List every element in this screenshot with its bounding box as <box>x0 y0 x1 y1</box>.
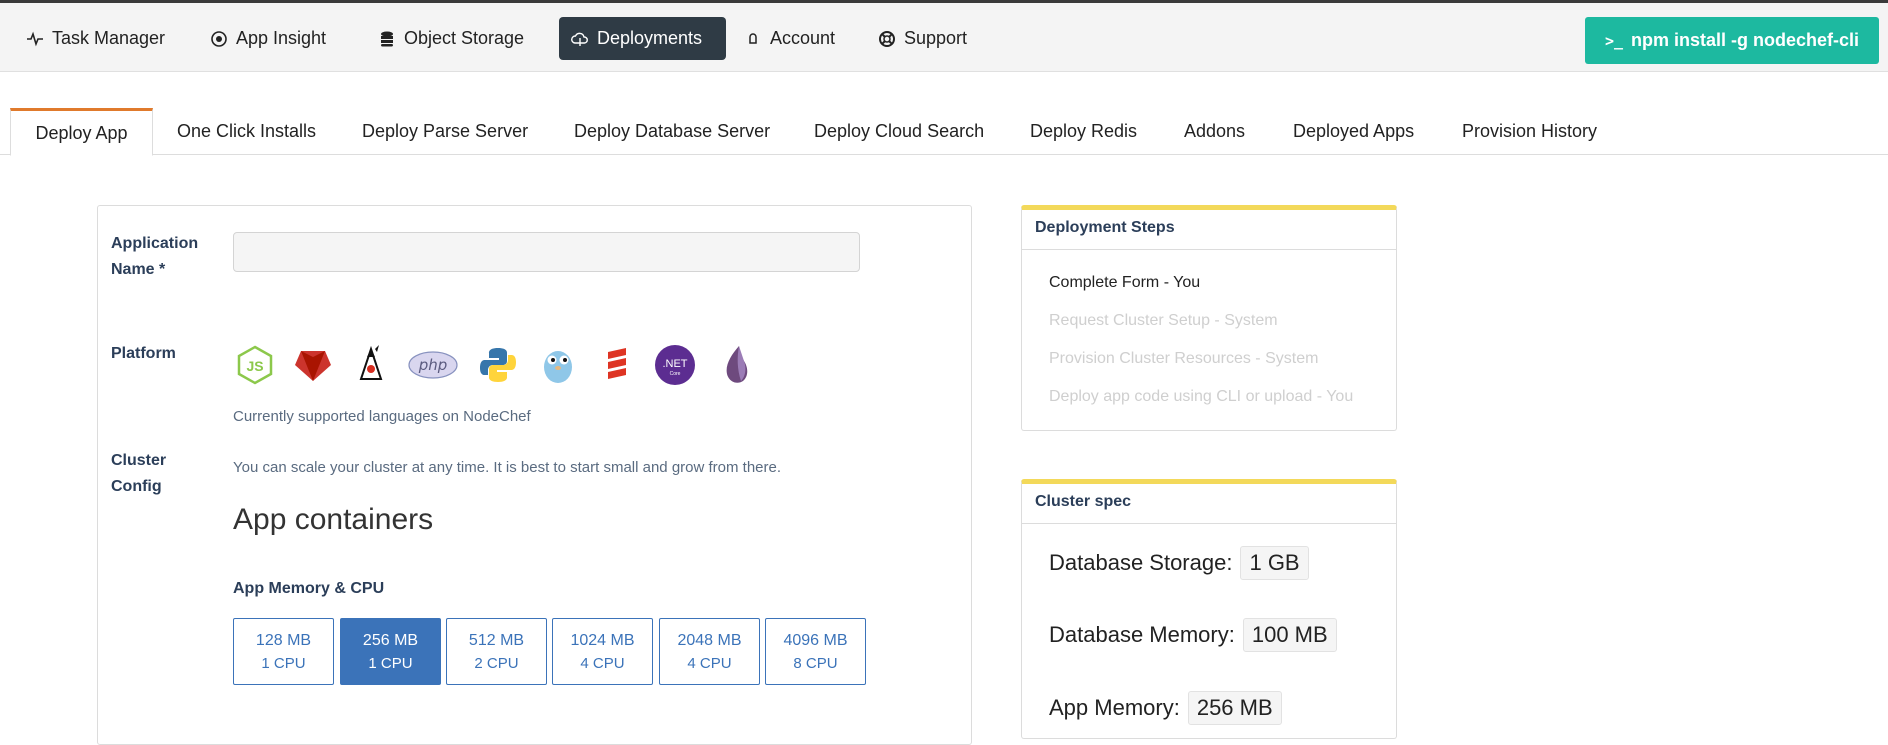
step-item: Complete Form - You <box>1049 274 1201 291</box>
app-name-label: Application Name * <box>111 231 198 283</box>
user-icon <box>749 32 757 44</box>
spec-row-app-memory: App Memory: 256 MB <box>1049 691 1282 725</box>
tab-addons[interactable]: Addons <box>1184 108 1245 155</box>
spec-value: 100 MB <box>1242 618 1337 652</box>
memory-value: 256 MB <box>362 632 419 649</box>
nav-app-insight[interactable]: App Insight <box>198 17 338 60</box>
terminal-icon: >_ <box>1604 31 1624 50</box>
ruby-icon[interactable] <box>291 343 335 387</box>
cpu-value: 1 CPU <box>261 655 306 672</box>
svg-text:JS: JS <box>246 358 263 374</box>
application-name-input[interactable] <box>233 232 860 272</box>
memory-value: 2048 MB <box>677 632 742 649</box>
nav-object-storage[interactable]: Object Storage <box>366 17 536 60</box>
step-item: Deploy app code using CLI or upload - Yo… <box>1049 388 1354 405</box>
nav-label: Task Manager <box>52 28 166 48</box>
deploy-tabs: Deploy App One Click Installs Deploy Par… <box>0 108 1888 156</box>
cluster-spec-title: Cluster spec <box>1022 484 1396 524</box>
step-item: Provision Cluster Resources - System <box>1049 350 1319 367</box>
nav-label: Support <box>904 28 968 48</box>
npm-install-cli-button[interactable]: >_ npm install -g nodechef-cli <box>1585 17 1879 64</box>
app-name-label-line1: Application <box>111 235 199 252</box>
java-icon[interactable] <box>349 343 393 387</box>
deployment-steps-title: Deployment Steps <box>1022 210 1396 250</box>
svg-text:.NET: .NET <box>662 358 687 370</box>
nav-task-manager[interactable]: Task Manager <box>14 17 177 60</box>
tab-deploy-database-server[interactable]: Deploy Database Server <box>574 108 770 155</box>
spec-label: Database Storage: <box>1049 550 1233 575</box>
nav-label: Object Storage <box>404 28 525 48</box>
top-nav: Task Manager App Insight Object Storage … <box>0 0 1888 72</box>
cpu-value: 2 CPU <box>474 655 519 672</box>
memory-value: 4096 MB <box>783 632 848 649</box>
tab-deploy-parse-server[interactable]: Deploy Parse Server <box>362 108 528 155</box>
app-containers-title: App containers <box>233 503 434 536</box>
scala-icon[interactable] <box>595 343 639 387</box>
platform-label: Platform <box>111 345 176 362</box>
npm-install-label: npm install -g nodechef-cli <box>1631 30 1860 50</box>
app-name-label-line2: Name * <box>111 261 166 278</box>
tab-deploy-app[interactable]: Deploy App <box>10 108 153 156</box>
svg-text:php: php <box>418 356 448 374</box>
cluster-label-line2: Config <box>111 478 162 495</box>
nav-label: Account <box>770 28 836 48</box>
nav-label: App Insight <box>236 28 327 48</box>
dotnet-core-icon[interactable]: .NET Core <box>653 343 697 387</box>
cpu-value: 4 CPU <box>687 655 732 672</box>
step-item: Request Cluster Setup - System <box>1049 312 1278 329</box>
nav-account[interactable]: Account <box>732 17 847 60</box>
tab-deploy-redis[interactable]: Deploy Redis <box>1030 108 1137 155</box>
svg-text:Core: Core <box>670 371 681 377</box>
cluster-config-label: Cluster Config <box>111 448 166 500</box>
cluster-spec-panel: Cluster spec Database Storage: 1 GB Data… <box>1021 479 1397 739</box>
nav-deployments[interactable]: Deployments <box>559 17 727 60</box>
spec-row-database-storage: Database Storage: 1 GB <box>1049 546 1309 580</box>
memory-option-4096[interactable]: 4096 MB 8 CPU <box>765 618 866 685</box>
cluster-label-line1: Cluster <box>111 452 167 469</box>
nodejs-icon[interactable]: JS <box>233 343 277 387</box>
cpu-value: 4 CPU <box>580 655 625 672</box>
memory-value: 1024 MB <box>570 632 635 649</box>
deployment-steps-panel: Deployment Steps Complete Form - You Req… <box>1021 205 1397 431</box>
app-memory-cpu-title: App Memory & CPU <box>233 580 385 597</box>
platform-help-text: Currently supported languages on NodeChe… <box>233 408 531 425</box>
activity-icon <box>27 31 43 46</box>
go-icon[interactable] <box>536 343 580 387</box>
memory-value: 128 MB <box>255 632 312 649</box>
memory-option-2048[interactable]: 2048 MB 4 CPU <box>659 618 760 685</box>
spec-value: 256 MB <box>1187 691 1282 725</box>
spec-label: Database Memory: <box>1049 622 1235 647</box>
cloud-upload-icon <box>571 32 588 46</box>
spec-row-database-memory: Database Memory: 100 MB <box>1049 618 1337 652</box>
memory-option-512[interactable]: 512 MB 2 CPU <box>446 618 547 685</box>
cpu-value: 1 CPU <box>368 655 413 672</box>
cluster-help-text: You can scale your cluster at any time. … <box>233 459 782 476</box>
cpu-value: 8 CPU <box>793 655 838 672</box>
tab-deployed-apps[interactable]: Deployed Apps <box>1293 108 1414 155</box>
elixir-icon[interactable] <box>715 343 759 387</box>
database-icon <box>381 31 393 46</box>
spec-value: 1 GB <box>1240 546 1309 580</box>
tab-provision-history[interactable]: Provision History <box>1462 108 1597 155</box>
spec-label: App Memory: <box>1049 695 1180 720</box>
php-icon[interactable]: php <box>407 343 459 387</box>
target-icon <box>211 30 227 47</box>
tab-deploy-cloud-search[interactable]: Deploy Cloud Search <box>814 108 984 155</box>
memory-value: 512 MB <box>468 632 525 649</box>
memory-option-128[interactable]: 128 MB 1 CPU <box>233 618 334 685</box>
lifebuoy-icon <box>879 30 895 47</box>
tab-one-click-installs[interactable]: One Click Installs <box>177 108 316 155</box>
memory-option-1024[interactable]: 1024 MB 4 CPU <box>552 618 653 685</box>
python-icon[interactable] <box>476 343 520 387</box>
memory-option-256[interactable]: 256 MB 1 CPU <box>340 618 441 685</box>
nav-support[interactable]: Support <box>866 17 979 60</box>
nav-label: Deployments <box>597 28 703 48</box>
